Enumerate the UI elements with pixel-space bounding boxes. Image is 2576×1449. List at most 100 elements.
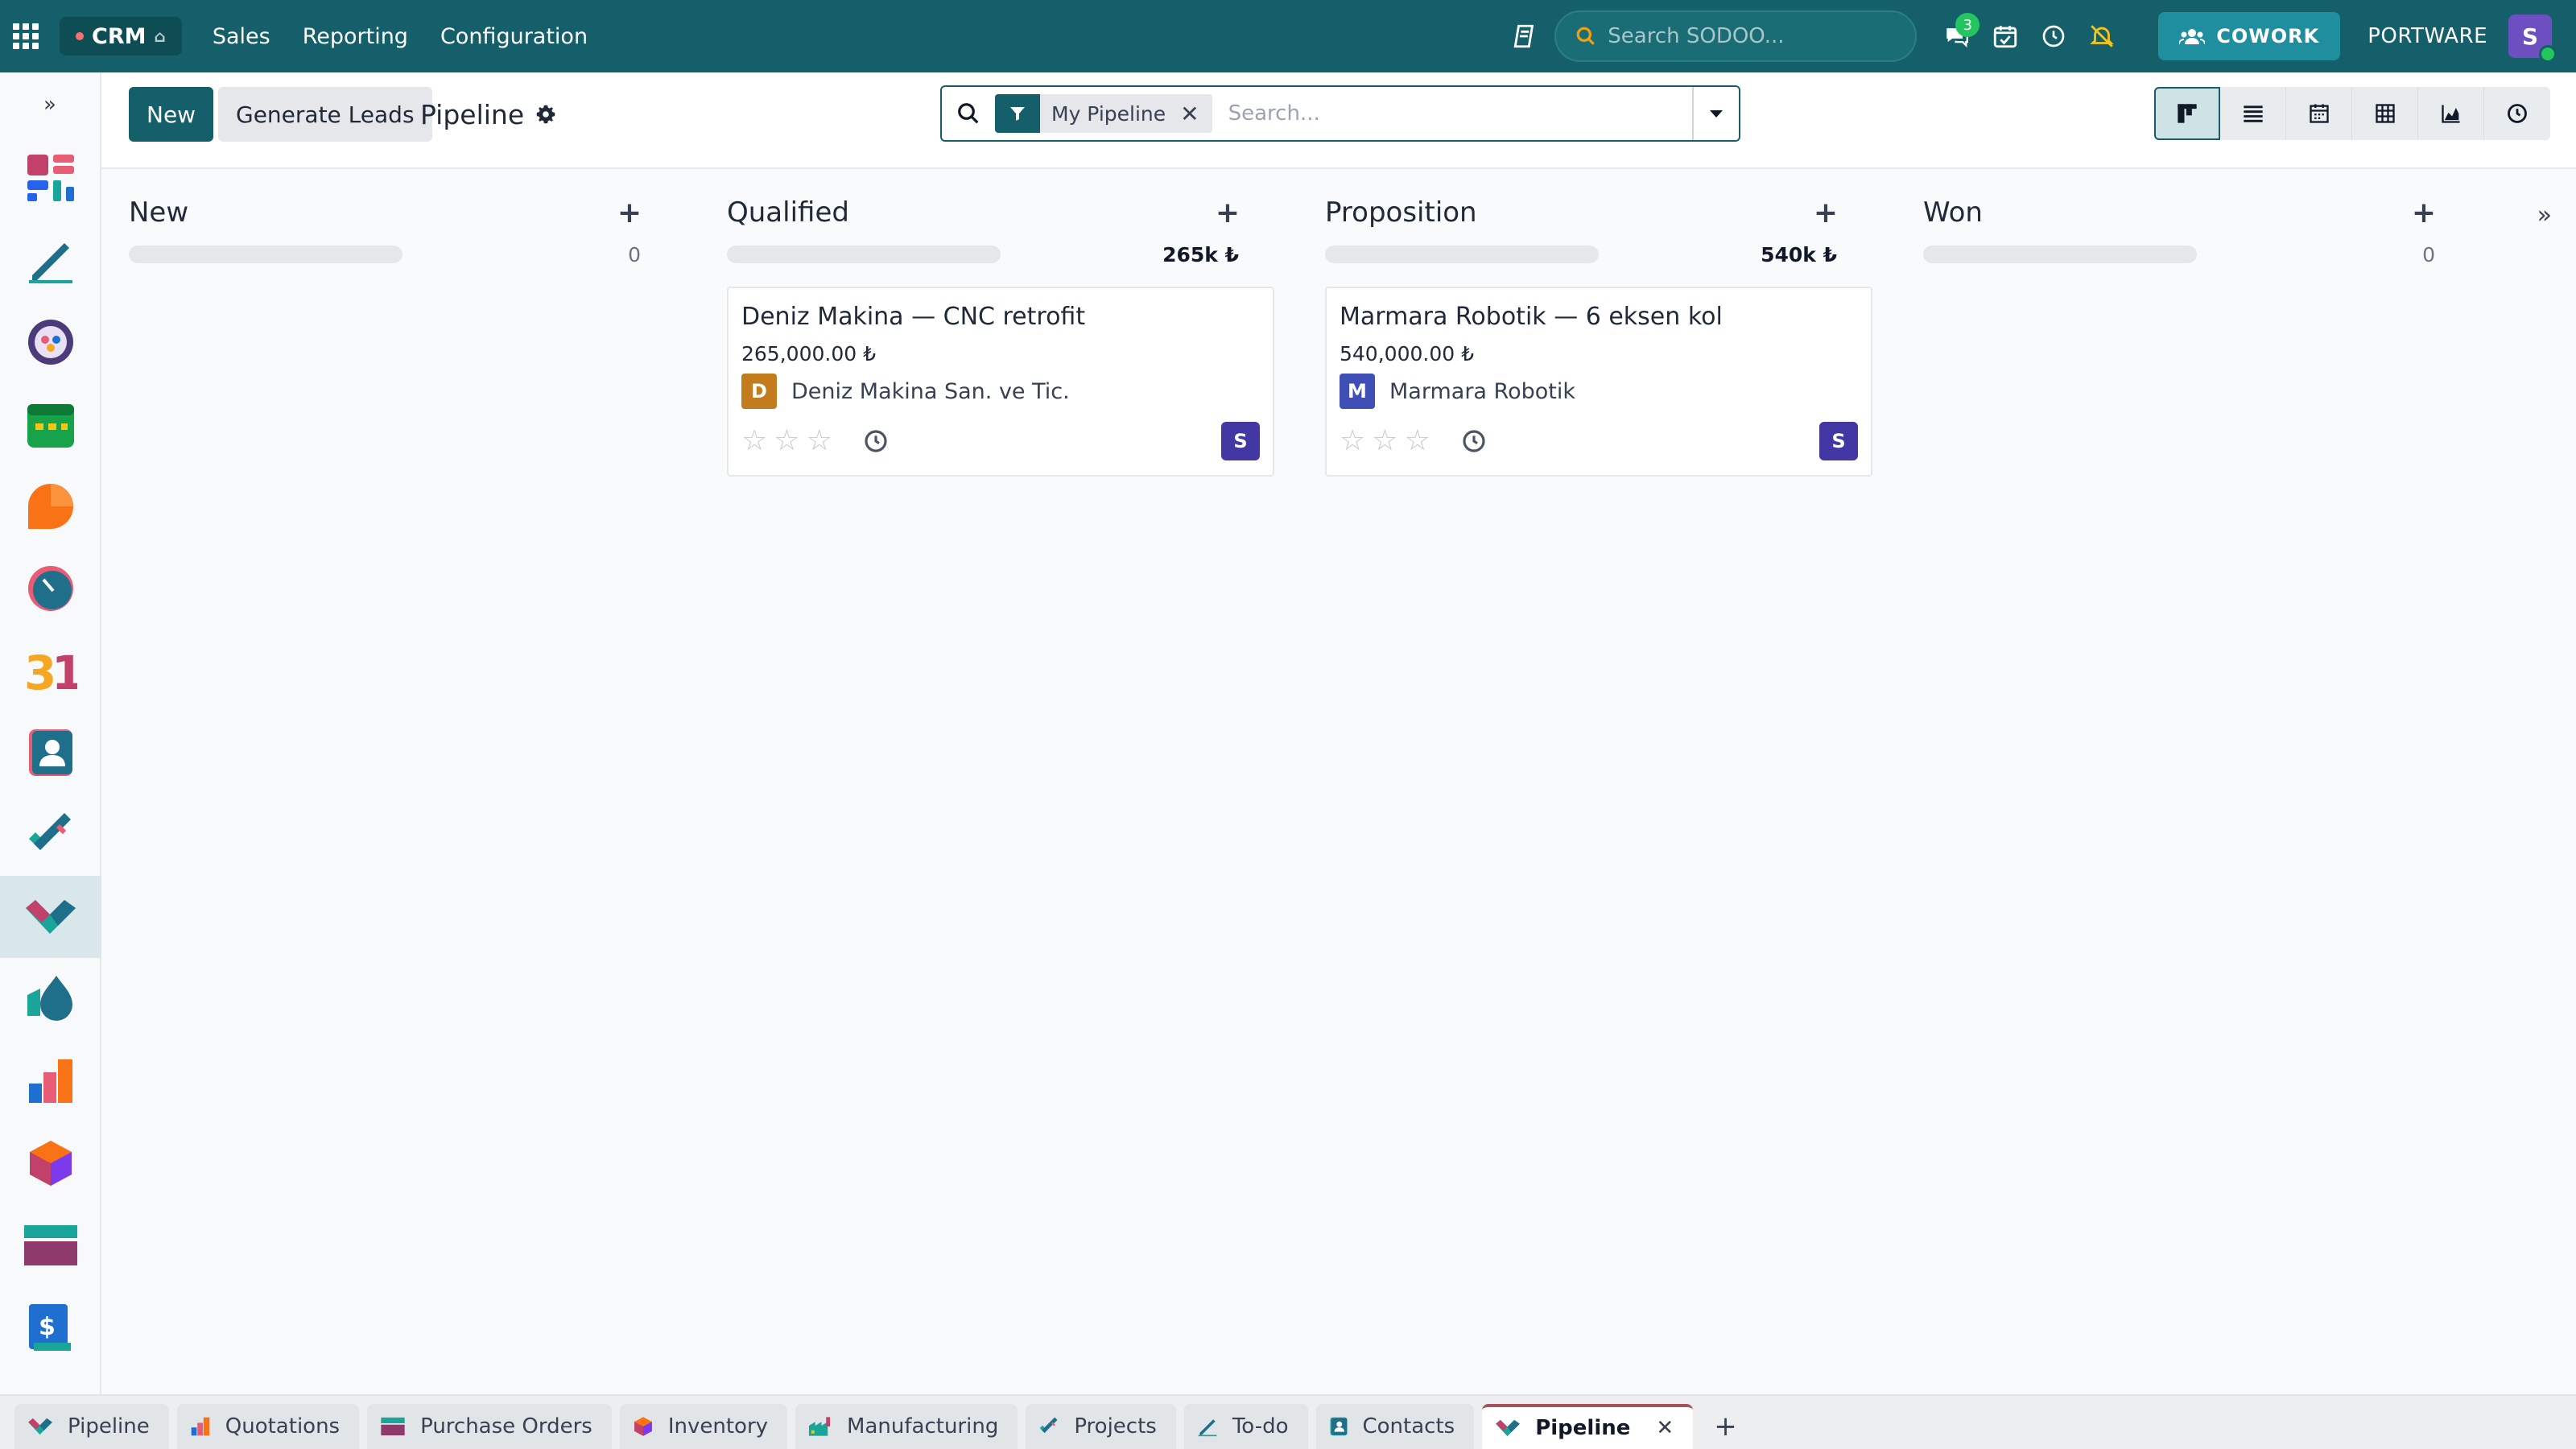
star-icon[interactable]: ☆ [774,427,799,456]
tab-pipeline-active[interactable]: Pipeline ✕ [1482,1404,1694,1449]
svg-text:1: 1 [52,646,77,696]
tab-label: Pipeline [68,1414,150,1439]
progress-bar[interactable] [1325,246,1599,263]
sidebar-app-planning[interactable] [0,383,101,465]
tab-inventory[interactable]: Inventory [619,1404,788,1449]
app-sidebar: » 31 $ [0,72,101,1394]
calendar-view-button[interactable] [2286,87,2352,140]
activity-view-button[interactable] [2484,87,2550,140]
star-icon[interactable]: ☆ [1405,427,1430,456]
tab-to-do[interactable]: To-do [1183,1404,1308,1449]
list-view-button[interactable] [2220,87,2286,140]
sidebar-app-sign[interactable] [0,219,101,301]
apps-menu-button[interactable] [0,0,52,72]
documentation-icon[interactable] [1501,0,1550,72]
notifications-muted-icon[interactable] [2078,0,2126,72]
menu-sales[interactable]: Sales [213,24,270,49]
card-amount: 265,000.00 ₺ [741,342,876,365]
cowork-button[interactable]: COWORK [2158,12,2341,60]
clock-icon[interactable] [2029,0,2078,72]
search-input[interactable] [1212,89,1692,138]
sidebar-app-helpdesk[interactable] [0,465,101,547]
card-partner: M Marmara Robotik [1340,374,1858,409]
dashboards-app-icon [27,155,74,201]
sidebar-app-email-marketing[interactable] [0,958,101,1040]
partner-name: Marmara Robotik [1389,378,1575,404]
crm-app-icon [26,900,76,934]
activity-clock-icon[interactable] [1461,428,1487,454]
sidebar-app-projects[interactable] [0,794,101,876]
tab-label: Quotations [225,1414,341,1439]
menu-configuration[interactable]: Configuration [440,24,588,49]
progress-bar[interactable] [727,246,1001,263]
search-options-toggle[interactable] [1692,87,1739,140]
sidebar-app-dashboards[interactable] [0,137,101,219]
remove-filter-icon[interactable]: ✕ [1177,101,1212,127]
global-search[interactable] [1554,10,1918,62]
gear-icon[interactable] [535,104,556,125]
calendar-activity-icon[interactable] [1981,0,2029,72]
column-sum: 540k ₺ [1761,242,1837,266]
projects-app-icon [29,813,71,850]
quick-create-plus-icon[interactable]: + [1212,196,1244,229]
tab-label: Manufacturing [847,1414,999,1439]
expand-sidebar-icon[interactable]: » [0,72,100,137]
menu-reporting[interactable]: Reporting [303,24,408,49]
tab-purchase-orders[interactable]: Purchase Orders [367,1404,612,1449]
apps-grid-icon [13,23,39,49]
add-tab-plus-icon[interactable]: + [1701,1404,1750,1449]
tab-projects[interactable]: Projects [1026,1404,1176,1449]
sidebar-app-calendar[interactable]: 31 [0,630,101,712]
tab-contacts[interactable]: Contacts [1315,1404,1475,1449]
sign-app-icon [29,243,72,283]
kanban-card[interactable]: Deniz Makina — CNC retrofit 265,000.00 ₺… [727,287,1274,477]
tab-pipeline[interactable]: Pipeline [14,1404,169,1449]
tab-quotations[interactable]: Quotations [176,1404,360,1449]
kanban-card[interactable]: Marmara Robotik — 6 eksen kol 540,000.00… [1325,287,1872,477]
activity-clock-icon[interactable] [863,428,889,454]
more-columns-icon[interactable]: » [2537,201,2552,229]
quick-create-plus-icon[interactable]: + [613,196,646,229]
planning-app-icon [27,404,74,448]
quick-create-plus-icon[interactable]: + [1810,196,1842,229]
tab-manufacturing[interactable]: Manufacturing [795,1404,1018,1449]
star-icon[interactable]: ☆ [741,427,767,456]
generate-leads-button[interactable]: Generate Leads [218,87,432,142]
kanban-column-new: New + 0 [101,188,649,272]
sidebar-app-crm[interactable] [0,876,101,958]
salesperson-avatar[interactable]: S [1819,422,1858,460]
sidebar-app-sales[interactable] [0,1040,101,1122]
sidebar-app-contacts[interactable] [0,712,101,794]
discuss-app-icon [28,320,73,365]
messages-icon[interactable]: 3 [1933,0,1981,72]
users-icon [2179,29,2206,45]
company-switcher[interactable]: PORTWARE [2368,24,2487,48]
salesperson-avatar[interactable]: S [1221,422,1260,460]
partner-avatar: D [741,374,777,409]
current-app-button[interactable]: CRM ⌂ [60,17,182,56]
user-avatar[interactable]: S [2508,14,2557,63]
pivot-view-button[interactable] [2352,87,2418,140]
sidebar-app-discuss[interactable] [0,301,101,383]
star-icon[interactable]: ☆ [1372,427,1397,456]
progress-bar[interactable] [129,246,402,263]
search-icon[interactable] [942,101,995,126]
kanban-view-button[interactable] [2154,87,2220,140]
sidebar-app-timesheets[interactable] [0,547,101,630]
quick-create-plus-icon[interactable]: + [2408,196,2440,229]
star-icon[interactable]: ☆ [1340,427,1365,456]
kanban-icon [2178,104,2197,123]
sidebar-app-purchase[interactable] [0,1204,101,1286]
progress-bar[interactable] [1923,246,2197,263]
list-icon [2243,105,2263,122]
search-icon [1576,27,1596,45]
sidebar-app-inventory[interactable] [0,1122,101,1204]
sidebar-app-invoicing[interactable]: $ [0,1286,101,1368]
partner-name: Deniz Makina San. ve Tic. [791,378,1070,404]
close-tab-icon[interactable]: ✕ [1656,1416,1674,1440]
graph-view-button[interactable] [2418,87,2484,140]
global-search-input[interactable] [1608,24,1898,48]
star-icon[interactable]: ☆ [807,427,832,456]
projects-icon [1040,1417,1058,1433]
new-button[interactable]: New [129,87,214,142]
